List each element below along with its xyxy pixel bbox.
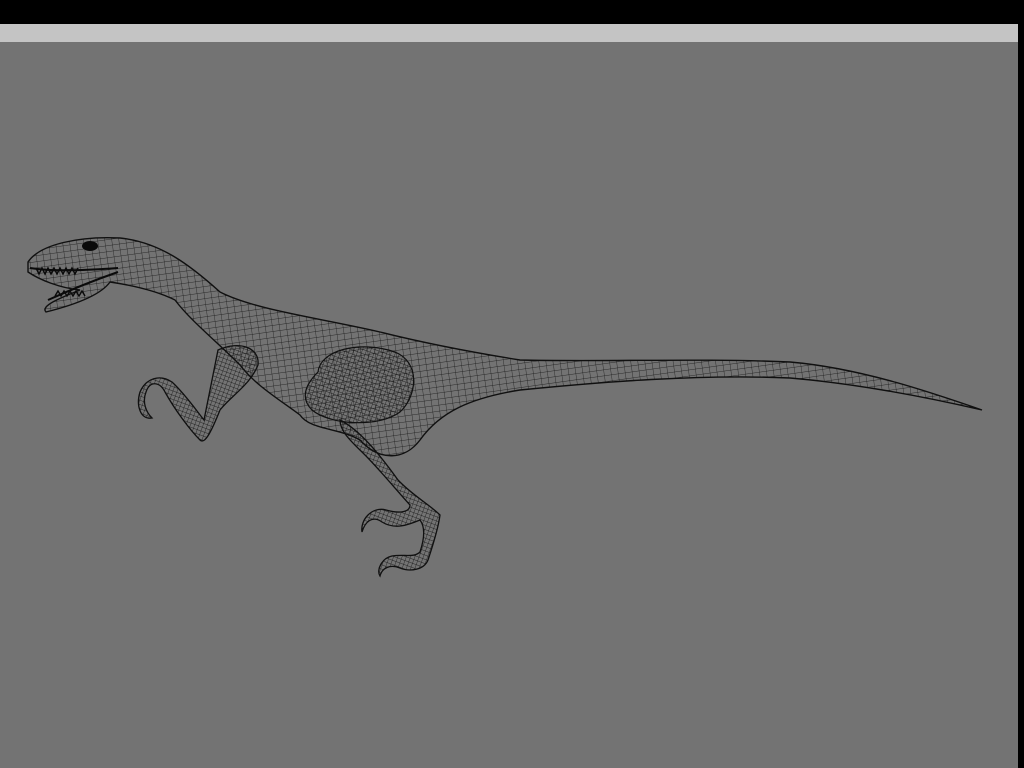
right-frame-edge bbox=[1018, 24, 1024, 768]
3d-viewport[interactable] bbox=[0, 42, 1018, 768]
raptor-body-mesh bbox=[27, 237, 983, 457]
top-black-strip bbox=[0, 0, 1024, 24]
dinosaur-wireframe-model[interactable] bbox=[27, 237, 983, 578]
application-window bbox=[0, 0, 1024, 768]
viewport-header-bar[interactable] bbox=[0, 24, 1018, 42]
forearm-mesh bbox=[137, 345, 259, 442]
eye-socket bbox=[82, 241, 98, 251]
